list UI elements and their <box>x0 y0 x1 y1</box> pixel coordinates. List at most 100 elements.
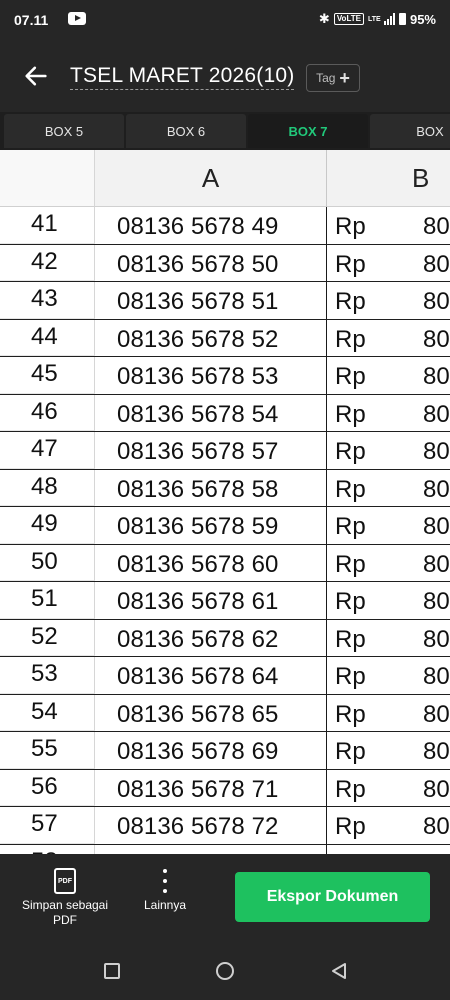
export-document-button[interactable]: Ekspor Dokumen <box>235 872 430 922</box>
grid-corner[interactable] <box>0 150 95 207</box>
cell-a[interactable]: 08136 5678 73 <box>95 844 327 854</box>
row-number[interactable]: 47 <box>0 432 95 469</box>
cell-a[interactable]: 08136 5678 58 <box>95 469 327 506</box>
cell-a[interactable]: 08136 5678 72 <box>95 807 327 844</box>
home-icon[interactable] <box>216 962 234 980</box>
currency-label: Rp <box>335 700 366 728</box>
cell-b[interactable]: Rp80 <box>327 207 450 244</box>
cell-a[interactable]: 08136 5678 52 <box>95 319 327 356</box>
cell-b[interactable]: Rp80 <box>327 620 450 657</box>
column-header-b[interactable]: B <box>327 150 450 207</box>
row-number[interactable]: 50 <box>0 544 95 581</box>
tab-box-7[interactable]: BOX 7 <box>248 114 368 148</box>
row-number[interactable]: 55 <box>0 732 95 769</box>
cell-a[interactable]: 08136 5678 61 <box>95 582 327 619</box>
cell-b[interactable]: Rp80 <box>327 245 450 282</box>
cell-a[interactable]: 08136 5678 57 <box>95 432 327 469</box>
amount-value: 80 <box>423 213 450 240</box>
save-as-pdf-button[interactable]: PDF Simpan sebagai PDF <box>14 868 116 928</box>
row-number[interactable]: 44 <box>0 319 95 356</box>
cell-b[interactable]: Rp80 <box>327 732 450 769</box>
amount-value: 80 <box>423 588 450 615</box>
cell-b[interactable]: Rp80 <box>327 845 450 855</box>
row-number[interactable]: 41 <box>0 207 95 244</box>
cell-b[interactable]: Rp80 <box>327 282 450 319</box>
row-number[interactable]: 48 <box>0 469 95 506</box>
cell-b[interactable]: Rp80 <box>327 470 450 507</box>
cell-b[interactable]: Rp80 <box>327 807 450 844</box>
cell-b[interactable]: Rp80 <box>327 395 450 432</box>
cell-a[interactable]: 08136 5678 64 <box>95 657 327 694</box>
back-arrow-icon[interactable] <box>22 62 50 90</box>
cell-b[interactable]: Rp80 <box>327 545 450 582</box>
cell-a[interactable]: 08136 5678 50 <box>95 244 327 281</box>
table-row: 56 08136 5678 71 Rp 80 <box>0 769 450 807</box>
tab-box-8[interactable]: BOX <box>370 114 450 148</box>
more-label: Lainnya <box>143 898 187 912</box>
table-row: 51 08136 5678 61 Rp 80 <box>0 582 450 620</box>
cell-b[interactable]: Rp80 <box>327 657 450 694</box>
cell-b[interactable]: Rp80 <box>327 320 450 357</box>
row-number[interactable]: 53 <box>0 657 95 694</box>
cell-a[interactable]: 08136 5678 51 <box>95 282 327 319</box>
recents-icon[interactable] <box>104 963 120 979</box>
row-number[interactable]: 54 <box>0 694 95 731</box>
nav-back-icon[interactable] <box>330 962 348 980</box>
table-row: 53 08136 5678 64 Rp 80 <box>0 657 450 695</box>
tab-box-6[interactable]: BOX 6 <box>126 114 246 148</box>
grid-rows: 41 08136 5678 49 Rp 80 42 08136 5678 50 Rp 80 43… <box>0 207 450 854</box>
table-row: 49 08136 5678 59 Rp 80 <box>0 507 450 545</box>
save-as-pdf-label: Simpan sebagai PDF <box>21 898 109 927</box>
cell-b[interactable]: Rp80 <box>327 770 450 807</box>
currency-label: Rp <box>335 813 366 840</box>
row-number[interactable]: 56 <box>0 769 95 806</box>
spreadsheet-grid[interactable]: A B 41 08136 5678 49 Rp 80 42 08136 5678 50 Rp… <box>0 150 450 854</box>
row-number[interactable]: 51 <box>0 582 95 619</box>
cell-a[interactable]: 08136 5678 53 <box>95 357 327 394</box>
cell-a[interactable]: 08136 5678 65 <box>95 694 327 731</box>
currency-label: Rp <box>335 288 366 315</box>
table-row: 46 08136 5678 54 Rp 80 <box>0 394 450 432</box>
document-header: TSEL MARET 2026(10) Tag + <box>0 40 450 112</box>
amount-value: 80 <box>423 738 450 765</box>
amount-value: 80 <box>423 625 450 653</box>
table-row: 43 08136 5678 51 Rp 80 <box>0 282 450 320</box>
row-number[interactable]: 46 <box>0 394 95 431</box>
cell-a[interactable]: 08136 5678 59 <box>95 507 327 544</box>
row-number[interactable]: 42 <box>0 244 95 281</box>
cell-b[interactable]: Rp80 <box>327 432 450 469</box>
bluetooth-icon: ✱ <box>318 11 330 26</box>
cell-b[interactable]: Rp80 <box>327 357 450 394</box>
cell-b[interactable]: Rp80 <box>327 507 450 544</box>
row-number[interactable]: 49 <box>0 507 95 544</box>
cell-a[interactable]: 08136 5678 69 <box>95 732 327 769</box>
row-number[interactable]: 52 <box>0 619 95 656</box>
more-button[interactable]: Lainnya <box>135 868 195 913</box>
cell-a[interactable]: 08136 5678 54 <box>95 394 327 431</box>
amount-value: 80 <box>423 325 450 353</box>
row-number[interactable]: 58 <box>0 844 95 854</box>
tab-box-5[interactable]: BOX 5 <box>4 114 124 148</box>
bottom-action-bar: PDF Simpan sebagai PDF Lainnya Ekspor Do… <box>0 854 450 944</box>
youtube-icon <box>68 12 86 25</box>
document-title[interactable]: TSEL MARET 2026(10) <box>70 64 295 90</box>
more-vert-icon <box>154 868 176 894</box>
row-number[interactable]: 45 <box>0 357 95 394</box>
currency-label: Rp <box>335 588 366 615</box>
row-number[interactable]: 57 <box>0 807 95 844</box>
cell-a[interactable]: 08136 5678 71 <box>95 769 327 806</box>
currency-label: Rp <box>335 663 366 690</box>
row-number[interactable]: 43 <box>0 282 95 319</box>
cell-b[interactable]: Rp80 <box>327 695 450 732</box>
status-time: 07.11 <box>14 12 49 28</box>
cell-b[interactable]: Rp 80 <box>327 582 450 619</box>
cell-a[interactable]: 08136 5678 60 <box>95 544 327 581</box>
table-row: 55 08136 5678 69 Rp 80 <box>0 732 450 770</box>
cell-a[interactable]: 08136 5678 62 <box>95 619 327 656</box>
lte-indicator: LTE <box>367 15 381 23</box>
cell-a[interactable]: 08136 5678 49 <box>95 207 327 244</box>
add-tag-button[interactable]: Tag + <box>306 64 360 92</box>
column-header-a[interactable]: A <box>95 150 327 207</box>
currency-label: Rp <box>335 475 366 503</box>
currency-label: Rp <box>335 363 366 390</box>
